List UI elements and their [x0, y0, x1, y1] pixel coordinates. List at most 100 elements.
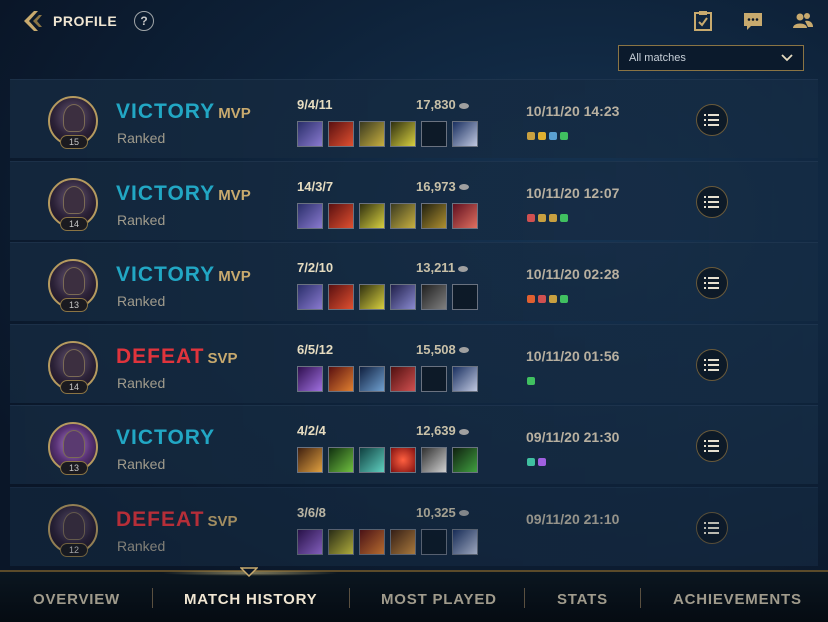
- back-arrow-icon[interactable]: [22, 9, 44, 33]
- item-slot: [390, 284, 416, 310]
- performance-badge: MVP: [218, 268, 251, 285]
- game-mode: Ranked: [117, 293, 166, 309]
- gold-bag-icon: [538, 213, 546, 222]
- friends-icon[interactable]: [792, 10, 814, 32]
- performance-badge: SVP: [207, 349, 238, 367]
- match-result: VICTORY MVP: [116, 181, 251, 205]
- match-details-button[interactable]: [696, 267, 728, 299]
- match-row[interactable]: 13 VICTORY MVP Ranked 7/2/10 13,211 10/11…: [10, 242, 818, 321]
- item-build: [297, 284, 483, 312]
- match-row[interactable]: 15 VICTORY MVP Ranked 9/4/11 17,830 10/11…: [10, 79, 818, 158]
- item-slot: [452, 447, 478, 473]
- match-row[interactable]: 14 VICTORY MVP Ranked 14/3/7 16,973 10/11…: [10, 160, 818, 240]
- champion-level: 15: [60, 135, 88, 149]
- item-build: [297, 447, 483, 475]
- tab-stats[interactable]: STATS: [557, 591, 608, 608]
- kda: 3/6/8: [297, 504, 326, 520]
- match-row[interactable]: 12 DEFEAT SVP Ranked 3/6/8 10,325 09/11/2…: [10, 486, 818, 566]
- tab-divider: [152, 588, 153, 608]
- tab-match-history[interactable]: MATCH HISTORY: [184, 591, 317, 608]
- item-slot: [421, 202, 447, 229]
- match-details-button[interactable]: [696, 348, 728, 381]
- match-result: VICTORY MVP: [116, 100, 251, 123]
- match-date: 10/11/20 02:28: [526, 266, 620, 282]
- tab-divider: [349, 588, 350, 608]
- game-mode: Ranked: [117, 537, 166, 554]
- gold-icon: [458, 102, 469, 109]
- gold-earned: 16,973: [416, 179, 469, 194]
- chat-icon[interactable]: [742, 10, 764, 32]
- item-slot: [359, 365, 385, 392]
- tab-most-played[interactable]: MOST PLAYED: [381, 591, 497, 608]
- item-slot: [452, 202, 478, 229]
- item-slot: [297, 528, 323, 555]
- swords-icon: [538, 295, 546, 303]
- gold-icon: [458, 265, 469, 272]
- champion-level: 13: [60, 298, 88, 312]
- item-slot: [390, 447, 416, 473]
- gold-bag-icon: [549, 295, 557, 303]
- item-slot: [297, 284, 323, 310]
- match-details-button[interactable]: [696, 185, 728, 218]
- match-details-button[interactable]: [696, 430, 728, 462]
- item-build: [297, 202, 483, 231]
- item-slot: [328, 447, 354, 473]
- help-icon[interactable]: ?: [134, 11, 154, 31]
- item-slot: [390, 202, 416, 229]
- item-slot: [328, 121, 354, 147]
- match-details-button[interactable]: [696, 511, 728, 544]
- item-slot: [359, 447, 385, 473]
- item-slot: [297, 121, 323, 147]
- item-build: [297, 121, 483, 149]
- item-slot-empty: [421, 121, 447, 147]
- gold-icon: [458, 510, 469, 517]
- game-mode: Ranked: [117, 456, 166, 472]
- item-slot: [297, 202, 323, 229]
- performance-badge: SVP: [207, 512, 238, 530]
- gold-icon: [458, 184, 469, 191]
- top-bar: PROFILE ?: [0, 0, 828, 44]
- kda: 4/2/4: [297, 423, 326, 438]
- bottom-nav: OVERVIEW MATCH HISTORY MOST PLAYED STATS…: [0, 567, 828, 622]
- item-slot: [390, 365, 416, 392]
- gold-bag-icon: [527, 132, 535, 140]
- game-mode: Ranked: [117, 130, 166, 146]
- match-details-button[interactable]: [696, 104, 728, 136]
- tab-overview[interactable]: OVERVIEW: [33, 591, 120, 608]
- champion-avatar: 14: [48, 177, 98, 231]
- item-slot: [452, 121, 478, 147]
- gold-bag-icon: [549, 213, 557, 222]
- match-list: 15 VICTORY MVP Ranked 9/4/11 17,830 10/11…: [10, 79, 818, 568]
- match-date: 09/11/20 21:30: [526, 429, 620, 445]
- match-result: VICTORY MVP: [116, 263, 251, 286]
- droplet-icon: [538, 458, 546, 466]
- champion-level: 12: [60, 542, 88, 557]
- performance-badge: MVP: [218, 186, 251, 204]
- champion-avatar: 13: [48, 259, 98, 312]
- achievement-icons: [527, 209, 571, 222]
- match-result: VICTORY: [116, 426, 216, 449]
- fire-icon: [527, 295, 535, 303]
- achievement-icons: [527, 453, 549, 466]
- team-icon: [549, 132, 557, 140]
- item-slot: [421, 284, 447, 310]
- kda: 9/4/11: [297, 97, 333, 112]
- match-filter-dropdown[interactable]: All matches: [618, 45, 804, 71]
- item-slot: [328, 284, 354, 310]
- gold-earned: 13,211: [416, 260, 469, 275]
- match-date: 10/11/20 01:56: [526, 347, 620, 364]
- missions-icon[interactable]: [692, 10, 714, 32]
- achievement-icons: [527, 127, 571, 140]
- item-slot: [452, 528, 478, 555]
- item-slot-empty: [421, 365, 447, 392]
- crown-icon: [538, 132, 546, 140]
- kda: 14/3/7: [297, 178, 334, 194]
- item-slot-empty: [452, 284, 478, 310]
- flag-icon: [560, 132, 568, 140]
- gold-earned: 17,830: [416, 97, 469, 112]
- match-row[interactable]: 13 VICTORY Ranked 4/2/4 12,639 09/11/20 …: [10, 405, 818, 484]
- match-row[interactable]: 14 DEFEAT SVP Ranked 6/5/12 15,508 10/11/…: [10, 323, 818, 403]
- champion-level: 13: [60, 461, 88, 475]
- tab-achievements[interactable]: ACHIEVEMENTS: [673, 591, 802, 608]
- gold-earned: 12,639: [416, 423, 469, 438]
